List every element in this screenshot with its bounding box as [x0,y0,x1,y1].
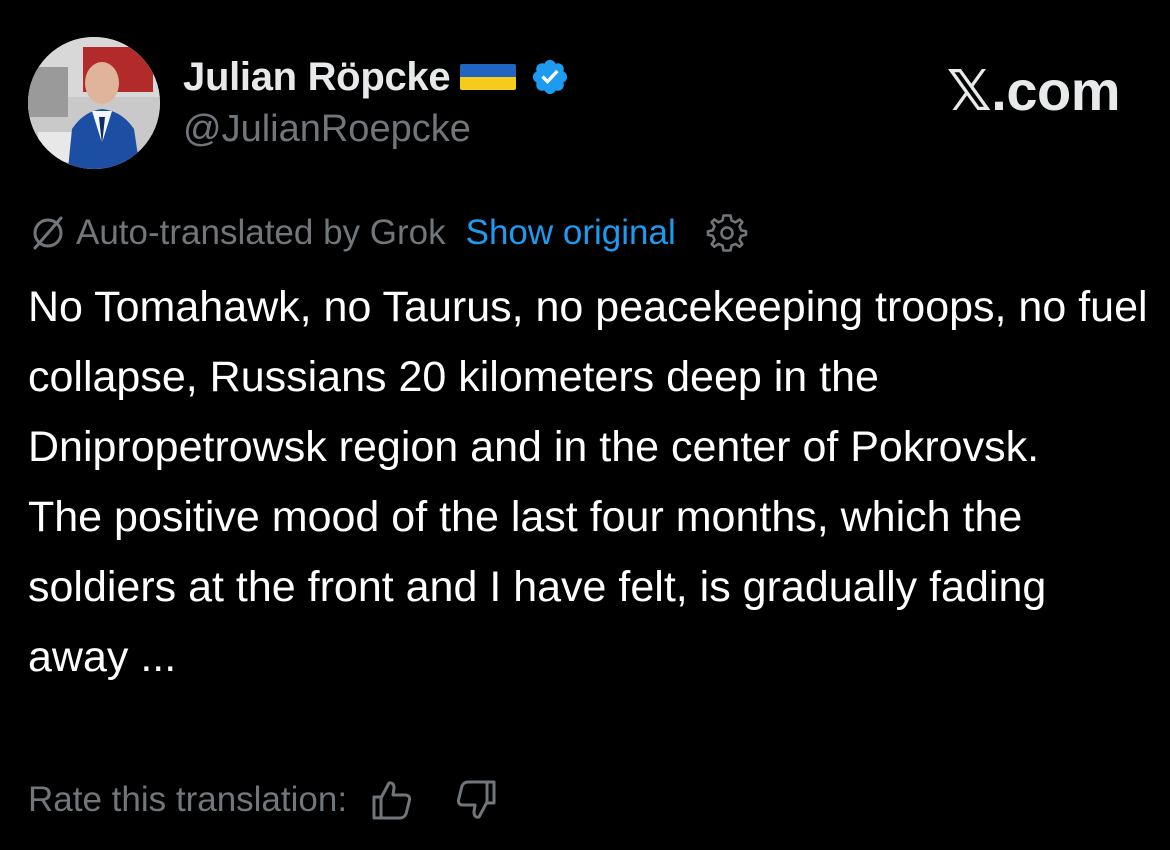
rate-translation-label: Rate this translation: [28,780,348,819]
thumbs-down-button[interactable] [453,777,499,823]
tweet-text: No Tomahawk, no Taurus, no peacekeeping … [28,272,1153,692]
thumbs-up-icon [372,781,412,820]
x-com-logo: 𝕏.com [946,59,1121,122]
flag-blue-stripe [460,64,517,77]
avatar[interactable] [28,37,160,169]
thumbs-down-icon [457,780,496,819]
tweet-paragraph: The positive mood of the last four month… [28,493,1047,681]
author-name-row: Julian Röpcke [183,52,570,102]
no-translate-icon [33,216,63,250]
thumbs-up-button[interactable] [369,777,415,823]
show-original-link[interactable]: Show original [466,213,676,253]
author-display-name[interactable]: Julian Röpcke [183,55,451,100]
ukraine-flag-icon [460,64,517,90]
translation-label: Auto-translated by Grok [76,213,446,252]
rate-translation-bar: Rate this translation: [28,772,499,828]
avatar-photo [28,37,160,169]
translation-bar: Auto-translated by Grok Show original [28,208,748,258]
flag-yellow-stripe [460,77,517,90]
gear-icon [706,214,748,252]
translation-settings-button[interactable] [706,212,748,254]
verified-badge-icon [533,59,568,95]
author-handle[interactable]: @JulianRoepcke [183,108,471,151]
tweet-paragraph: No Tomahawk, no Taurus, no peacekeeping … [28,283,1148,471]
